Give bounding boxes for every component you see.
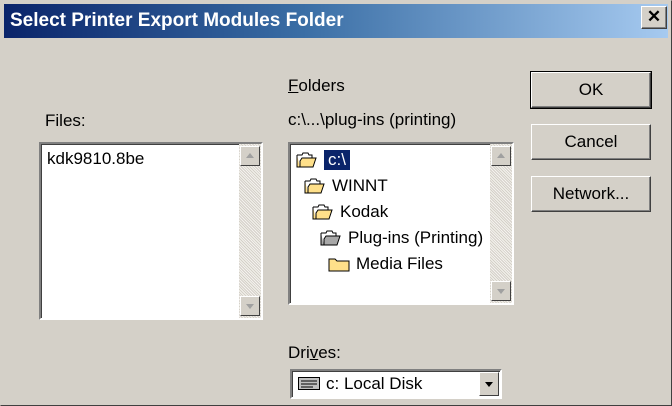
- cancel-button[interactable]: Cancel: [531, 124, 651, 160]
- folders-current-path: c:\...\plug-ins (printing): [288, 110, 457, 129]
- folder-item-label: c:\: [324, 150, 350, 170]
- folders-scrollbar[interactable]: [490, 144, 512, 303]
- drives-label: Drives:: [288, 343, 341, 363]
- drives-selected-value: c: Local Disk: [326, 374, 423, 393]
- folder-item-plugins[interactable]: Plug-ins (Printing): [320, 225, 483, 251]
- folder-item-winnt[interactable]: WINNT: [304, 173, 388, 199]
- title-bar[interactable]: Select Printer Export Modules Folder: [4, 4, 668, 38]
- folder-item-label: Plug-ins (Printing): [348, 228, 484, 247]
- open-folder-icon: [304, 178, 325, 194]
- arrow-up-icon: [497, 153, 505, 158]
- folder-item-label: WINNT: [332, 176, 388, 195]
- folder-item-media-files[interactable]: Media Files: [328, 251, 443, 277]
- network-button[interactable]: Network...: [531, 176, 651, 212]
- drives-label-prefix: Dri: [288, 343, 310, 362]
- open-folder-icon: [320, 230, 341, 246]
- files-label: Files:: [45, 111, 86, 130]
- files-scrollbar[interactable]: [239, 144, 261, 318]
- dialog-window: Select Printer Export Modules Folder ✕ F…: [0, 0, 672, 406]
- dropdown-button[interactable]: [479, 372, 499, 396]
- open-folder-icon: [296, 152, 317, 168]
- folders-label: Folders: [288, 76, 345, 96]
- drive-icon: [298, 377, 320, 390]
- arrow-up-icon: [246, 153, 254, 158]
- files-listbox[interactable]: kdk9810.8be: [39, 142, 263, 320]
- folder-item-label: Media Files: [356, 254, 443, 273]
- drives-dropdown[interactable]: c: Local Disk: [290, 369, 502, 399]
- folder-item-root[interactable]: c:\: [296, 147, 350, 173]
- file-name: kdk9810.8be: [47, 149, 145, 168]
- folders-label-rest: olders: [298, 76, 345, 95]
- folder-item-kodak[interactable]: Kodak: [312, 199, 388, 225]
- chevron-down-icon: [485, 382, 493, 387]
- list-item[interactable]: kdk9810.8be: [47, 146, 144, 172]
- window-title: Select Printer Export Modules Folder: [10, 10, 344, 31]
- scroll-down-button[interactable]: [491, 281, 511, 301]
- closed-folder-icon: [328, 258, 350, 272]
- drives-label-rest: es:: [318, 343, 341, 362]
- arrow-down-icon: [497, 289, 505, 294]
- ok-button[interactable]: OK: [530, 71, 652, 109]
- scroll-up-button[interactable]: [240, 146, 260, 166]
- folder-item-label: Kodak: [340, 202, 389, 221]
- close-icon: ✕: [646, 7, 662, 26]
- open-folder-icon: [312, 204, 333, 220]
- folders-label-accel: F: [288, 76, 299, 95]
- arrow-down-icon: [246, 304, 254, 309]
- scroll-up-button[interactable]: [491, 146, 511, 166]
- scroll-down-button[interactable]: [240, 296, 260, 316]
- close-button[interactable]: ✕: [641, 6, 667, 29]
- folders-listbox[interactable]: c:\ WINNT Kodak Plug-ins (Printing) Medi…: [288, 142, 514, 305]
- drives-label-accel: v: [309, 343, 319, 362]
